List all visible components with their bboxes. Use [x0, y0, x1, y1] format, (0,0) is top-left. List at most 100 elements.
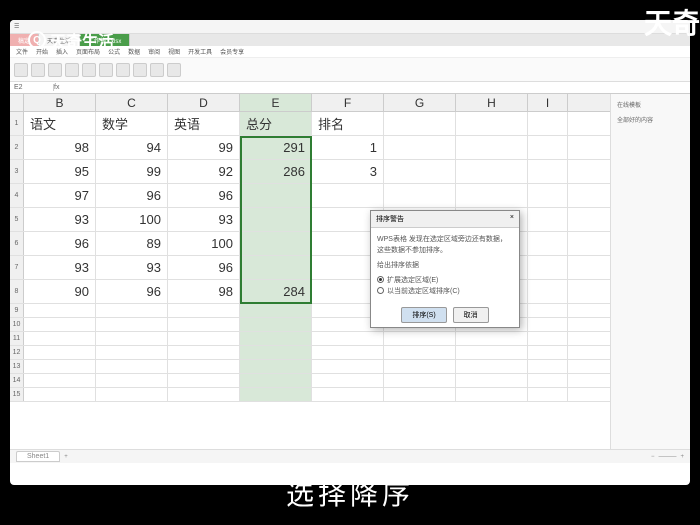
row-num-2[interactable]: 2 [10, 136, 24, 159]
ribbon-copy[interactable] [48, 63, 62, 77]
cell-e1[interactable]: 总分 [240, 112, 312, 135]
cell-e2[interactable]: 291 [240, 136, 312, 159]
dialog-titlebar[interactable]: 排序警告 × [371, 211, 519, 228]
data-row-6: 6 96 89 100 [10, 232, 610, 256]
col-header-d[interactable]: D [168, 94, 240, 111]
cell-f4[interactable] [312, 184, 384, 207]
cell-c5[interactable]: 100 [96, 208, 168, 231]
row-num-1[interactable]: 1 [10, 112, 24, 135]
dialog-buttons: 排序(S) 取消 [371, 303, 519, 327]
cell-f2[interactable]: 1 [312, 136, 384, 159]
ribbon-cut[interactable] [31, 63, 45, 77]
cell-d5[interactable]: 93 [168, 208, 240, 231]
cell-d8[interactable]: 98 [168, 280, 240, 303]
sheet-tab[interactable]: Sheet1 [16, 451, 60, 462]
cell-c3[interactable]: 99 [96, 160, 168, 183]
cell-b6[interactable]: 96 [24, 232, 96, 255]
cell-b1[interactable]: 语文 [24, 112, 96, 135]
ribbon [10, 58, 690, 82]
cell-e4[interactable] [240, 184, 312, 207]
cell-c1[interactable]: 数学 [96, 112, 168, 135]
cell-reference[interactable]: E2 [14, 84, 54, 91]
select-all-corner[interactable] [10, 94, 24, 111]
col-header-c[interactable]: C [96, 94, 168, 111]
cell-g1[interactable] [384, 112, 456, 135]
ribbon-paste[interactable] [14, 63, 28, 77]
menu-view[interactable]: 视图 [168, 47, 180, 56]
menu-dev[interactable]: 开发工具 [188, 47, 212, 56]
zoom-controls[interactable]: − ——— + [651, 454, 684, 460]
cell-e8[interactable]: 284 [240, 280, 312, 303]
ribbon-font[interactable] [65, 63, 79, 77]
col-header-h[interactable]: H [456, 94, 528, 111]
cell-d3[interactable]: 92 [168, 160, 240, 183]
cell-c7[interactable]: 93 [96, 256, 168, 279]
cell-f3[interactable]: 3 [312, 160, 384, 183]
cell-c4[interactable]: 96 [96, 184, 168, 207]
data-row-4: 4 97 96 96 [10, 184, 610, 208]
cell-d6[interactable]: 100 [168, 232, 240, 255]
menu-file[interactable]: 文件 [16, 47, 28, 56]
zoom-out-icon[interactable]: − [651, 454, 655, 460]
cell-i1[interactable] [528, 112, 568, 135]
cancel-button[interactable]: 取消 [453, 307, 489, 323]
row-num-7[interactable]: 7 [10, 256, 24, 279]
app-menu-icon[interactable]: ☰ [14, 23, 19, 30]
col-header-f[interactable]: F [312, 94, 384, 111]
close-icon[interactable]: × [510, 214, 514, 224]
cell-d2[interactable]: 99 [168, 136, 240, 159]
cell-d7[interactable]: 96 [168, 256, 240, 279]
option-current[interactable]: 以当前选定区域排序(C) [377, 286, 513, 297]
cell-b7[interactable]: 93 [24, 256, 96, 279]
video-subtitle: 选择降序 [0, 473, 700, 513]
sort-warning-dialog: 排序警告 × WPS表格 发现在选定区域旁边还有数据，这些数据不参加排序。 给出… [370, 210, 520, 328]
empty-row-9: 9 [10, 304, 610, 318]
cell-e5[interactable] [240, 208, 312, 231]
empty-row-14: 14 [10, 374, 610, 388]
fx-icon[interactable]: fx [54, 84, 59, 91]
add-sheet-button[interactable]: + [64, 454, 68, 460]
cell-b2[interactable]: 98 [24, 136, 96, 159]
menu-data[interactable]: 数据 [128, 47, 140, 56]
zoom-slider[interactable]: ——— [658, 454, 676, 460]
ribbon-bold[interactable] [82, 63, 96, 77]
cell-d1[interactable]: 英语 [168, 112, 240, 135]
cell-b5[interactable]: 93 [24, 208, 96, 231]
cell-b8[interactable]: 90 [24, 280, 96, 303]
cell-b3[interactable]: 95 [24, 160, 96, 183]
option-expand[interactable]: 扩展选定区域(E) [377, 275, 513, 286]
cell-e7[interactable] [240, 256, 312, 279]
ribbon-align[interactable] [99, 63, 113, 77]
menu-review[interactable]: 审阅 [148, 47, 160, 56]
col-header-b[interactable]: B [24, 94, 96, 111]
logo-icon: Q [28, 31, 46, 49]
empty-row-12: 12 [10, 346, 610, 360]
cell-e6[interactable] [240, 232, 312, 255]
data-row-3: 3 95 99 92 286 3 [10, 160, 610, 184]
col-header-g[interactable]: G [384, 94, 456, 111]
ribbon-filter[interactable] [167, 63, 181, 77]
cell-c6[interactable]: 89 [96, 232, 168, 255]
ribbon-format[interactable] [133, 63, 147, 77]
ribbon-sort[interactable] [150, 63, 164, 77]
ribbon-merge[interactable] [116, 63, 130, 77]
row-num-5[interactable]: 5 [10, 208, 24, 231]
menu-member[interactable]: 会员专享 [220, 47, 244, 56]
col-header-e[interactable]: E [240, 94, 312, 111]
row-num-6[interactable]: 6 [10, 232, 24, 255]
row-num-4[interactable]: 4 [10, 184, 24, 207]
col-header-i[interactable]: I [528, 94, 568, 111]
row-num-3[interactable]: 3 [10, 160, 24, 183]
spreadsheet-grid[interactable]: B C D E F G H I 1 语文 数学 英语 总分 排名 [10, 94, 610, 449]
cell-e3[interactable]: 286 [240, 160, 312, 183]
status-bar: Sheet1 + − ——— + [10, 449, 690, 463]
cell-b4[interactable]: 97 [24, 184, 96, 207]
cell-c2[interactable]: 94 [96, 136, 168, 159]
cell-f1[interactable]: 排名 [312, 112, 384, 135]
row-num-8[interactable]: 8 [10, 280, 24, 303]
cell-h1[interactable] [456, 112, 528, 135]
cell-d4[interactable]: 96 [168, 184, 240, 207]
sort-button[interactable]: 排序(S) [401, 307, 446, 323]
zoom-in-icon[interactable]: + [680, 454, 684, 460]
cell-c8[interactable]: 96 [96, 280, 168, 303]
